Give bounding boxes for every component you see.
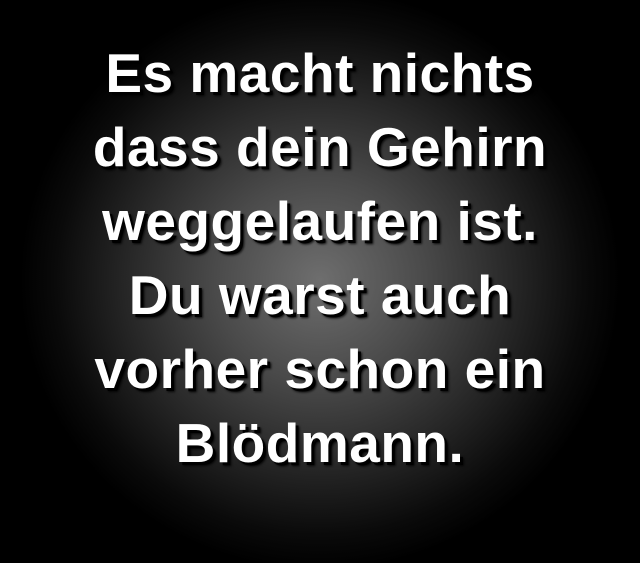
quote-text: Es macht nichts dass dein Gehirn weggela… <box>0 36 640 480</box>
quote-line-3: weggelaufen ist. <box>102 190 538 252</box>
quote-line-1: Es macht nichts <box>105 42 535 104</box>
quote-line-5: vorher schon ein <box>94 338 546 400</box>
meme-image: Es macht nichts dass dein Gehirn weggela… <box>0 0 640 563</box>
quote-line-2: dass dein Gehirn <box>92 116 548 178</box>
quote-line-6: Blödmann. <box>175 412 465 474</box>
quote-line-4: Du warst auch <box>128 264 512 326</box>
